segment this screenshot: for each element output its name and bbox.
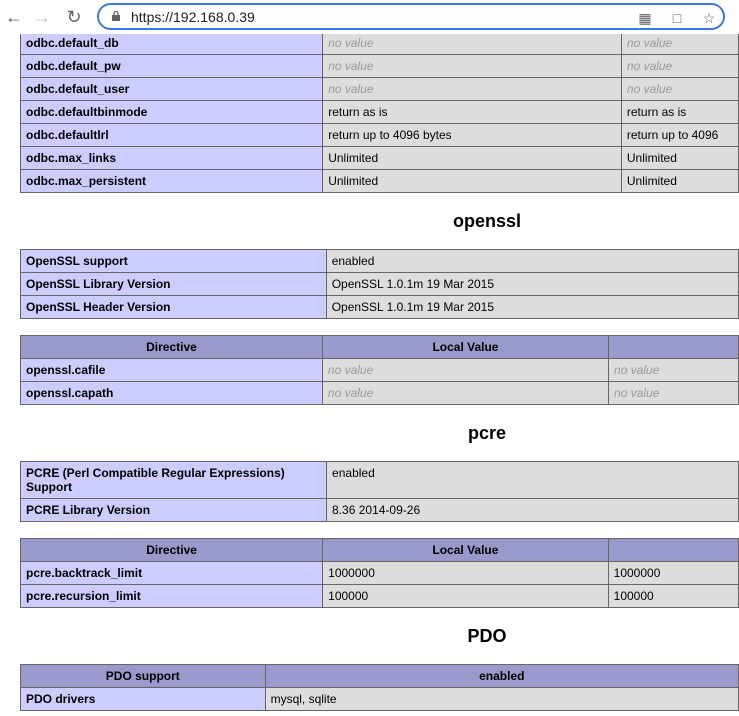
directive-name: odbc.defaultlrl <box>19 123 324 147</box>
table-row: OpenSSL Header Version OpenSSL 1.0.1m 19 … <box>20 295 739 319</box>
info-value: mysql, sqlite <box>264 687 739 711</box>
table-row: openssl.capath no value no value <box>20 381 739 405</box>
local-value: no value <box>322 34 622 55</box>
phpinfo-page: odbc.default_db no value no value odbc.defa… <box>0 34 739 716</box>
table-row: odbc.max_persistent Unlimited Unlimited <box>19 169 739 193</box>
column-header-master-value <box>607 538 739 562</box>
info-label: OpenSSL Header Version <box>20 295 327 319</box>
column-header-master-value <box>608 335 739 359</box>
local-value: 100000 <box>322 584 609 608</box>
table-row: odbc.default_db no value no value <box>19 34 739 55</box>
master-value: Unlimited <box>620 146 739 170</box>
table-row: odbc.defaultlrl return up to 4096 bytes re… <box>19 123 739 147</box>
master-value: 1000000 <box>607 561 739 585</box>
table-row: pcre.backtrack_limit 1000000 1000000 <box>19 561 739 585</box>
column-header-directive: Directive <box>20 335 323 359</box>
directive-name: pcre.backtrack_limit <box>19 561 324 585</box>
directive-name: openssl.capath <box>20 381 323 405</box>
browser-toolbar: ← → ↻ https://192.168.0.39 ▦ □ ☆ <box>0 0 739 34</box>
directive-name: odbc.max_persistent <box>19 169 324 193</box>
translate-icon[interactable]: □ <box>669 10 685 26</box>
pdo-support-value: enabled <box>264 664 739 688</box>
column-header-local-value: Local Value <box>322 538 609 562</box>
info-value: OpenSSL 1.0.1m 19 Mar 2015 <box>325 295 739 319</box>
master-value: no value <box>620 54 739 78</box>
info-label: OpenSSL Library Version <box>20 272 327 296</box>
reload-icon[interactable]: ↻ <box>64 7 84 27</box>
bookmark-star-icon[interactable]: ☆ <box>701 10 717 26</box>
info-label: PDO drivers <box>20 687 266 711</box>
pcre-info-table: PCRE (Perl Compatible Regular Expression… <box>19 461 739 522</box>
pdo-table: PDO support enabled PDO drivers mysql, sqli… <box>20 664 739 711</box>
info-label: PCRE Library Version <box>19 498 328 522</box>
odbc-directive-table: odbc.default_db no value no value odbc.defa… <box>19 34 739 193</box>
local-value: no value <box>322 77 622 101</box>
pdo-support-header: PDO support <box>20 664 266 688</box>
master-value: return up to 4096 <box>620 123 739 147</box>
table-header-row: Directive Local Value <box>20 335 739 359</box>
local-value: return up to 4096 bytes <box>322 123 622 147</box>
directive-name: odbc.max_links <box>19 146 324 170</box>
local-value: return as is <box>322 100 622 124</box>
table-row: pcre.recursion_limit 100000 100000 <box>19 584 739 608</box>
table-header-row: Directive Local Value <box>19 538 739 562</box>
qr-code-icon[interactable]: ▦ <box>637 10 653 26</box>
master-value: no value <box>608 381 739 405</box>
info-label: OpenSSL support <box>20 249 327 273</box>
openssl-info-table: OpenSSL support enabled OpenSSL Library Ve… <box>20 249 739 319</box>
table-row: odbc.max_links Unlimited Unlimited <box>19 146 739 170</box>
master-value: 100000 <box>607 584 739 608</box>
back-icon[interactable]: ← <box>4 7 24 27</box>
local-value: no value <box>321 381 610 405</box>
address-bar[interactable]: https://192.168.0.39 ▦ □ ☆ <box>97 3 725 30</box>
directive-name: pcre.recursion_limit <box>19 584 324 608</box>
info-value: enabled <box>325 249 739 273</box>
directive-name: odbc.default_db <box>19 34 324 55</box>
pcre-section-title: pcre <box>467 423 507 443</box>
directive-name: odbc.default_user <box>19 77 324 101</box>
local-value: no value <box>321 358 610 382</box>
directive-name: odbc.defaultbinmode <box>19 100 324 124</box>
column-header-directive: Directive <box>19 538 324 562</box>
table-row: openssl.cafile no value no value <box>20 358 739 382</box>
info-label: PCRE (Perl Compatible Regular Expression… <box>19 461 328 499</box>
master-value: return as is <box>620 100 739 124</box>
info-value: OpenSSL 1.0.1m 19 Mar 2015 <box>325 272 739 296</box>
forward-icon[interactable]: → <box>32 7 52 27</box>
master-value: Unlimited <box>620 169 739 193</box>
local-value: no value <box>322 54 622 78</box>
directive-name: odbc.default_pw <box>19 54 324 78</box>
table-row: odbc.defaultbinmode return as is return as… <box>19 100 739 124</box>
table-row: OpenSSL Library Version OpenSSL 1.0.1m 19… <box>20 272 739 296</box>
master-value: no value <box>620 34 739 55</box>
table-row: PDO drivers mysql, sqlite <box>20 687 739 711</box>
master-value: no value <box>620 77 739 101</box>
local-value: 1000000 <box>322 561 609 585</box>
master-value: no value <box>608 358 739 382</box>
lock-icon <box>112 11 120 21</box>
directive-name: openssl.cafile <box>20 358 323 382</box>
column-header-local-value: Local Value <box>321 335 610 359</box>
local-value: Unlimited <box>322 169 622 193</box>
table-row: PCRE Library Version 8.36 2014-09-26 <box>19 498 739 522</box>
table-row: odbc.default_user no value no value <box>19 77 739 101</box>
openssl-directive-table: Directive Local Value openssl.cafile no val… <box>20 335 739 405</box>
info-value: 8.36 2014-09-26 <box>326 498 739 522</box>
table-row: PCRE (Perl Compatible Regular Expression… <box>19 461 739 499</box>
pcre-directive-table: Directive Local Value pcre.backtrack_limit… <box>19 538 739 608</box>
local-value: Unlimited <box>322 146 622 170</box>
table-row: odbc.default_pw no value no value <box>19 54 739 78</box>
pdo-section-title: PDO <box>467 626 507 646</box>
openssl-section-title: openssl <box>452 211 522 231</box>
table-header-row: PDO support enabled <box>20 664 739 688</box>
url-text: https://192.168.0.39 <box>131 9 255 25</box>
info-value: enabled <box>326 461 739 499</box>
table-row: OpenSSL support enabled <box>20 249 739 273</box>
